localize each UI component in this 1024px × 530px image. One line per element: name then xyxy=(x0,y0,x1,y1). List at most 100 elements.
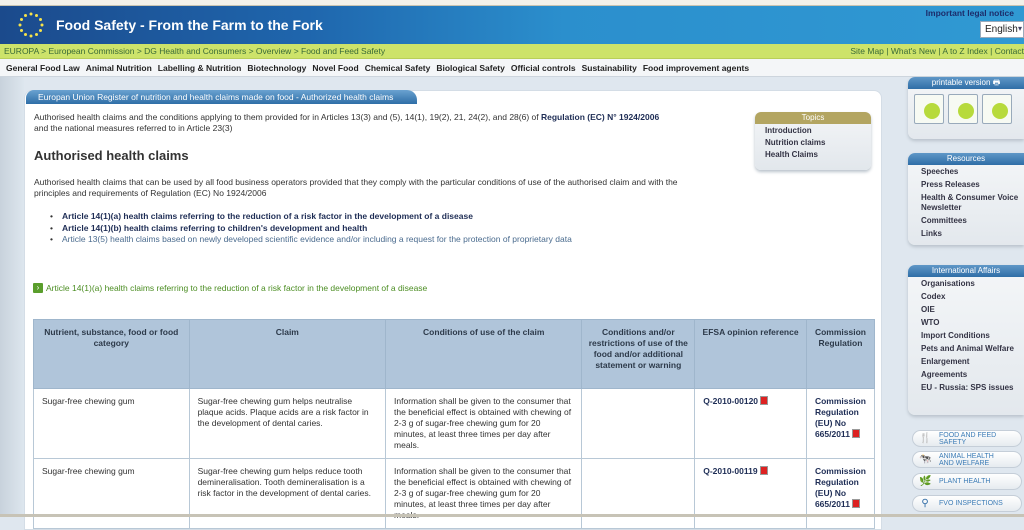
efsa-link[interactable]: Q-2010-00119 xyxy=(703,466,757,476)
col-restrictions: Conditions and/or restrictions of use of… xyxy=(581,319,696,389)
food-feed-safety-button[interactable]: 🍴 FOOD AND FEED SAFETY xyxy=(912,430,1022,447)
efsa-link[interactable]: Q-2010-00120 xyxy=(703,396,758,406)
food-icon: 🍴 xyxy=(919,432,932,444)
language-select[interactable]: English ▾ xyxy=(980,21,1024,38)
nav-biological-safety[interactable]: Biological Safety xyxy=(436,59,505,77)
intro-text: Authorised health claims and the conditi… xyxy=(34,112,660,133)
resources-box: Resources Speeches Press Releases Health… xyxy=(908,153,1024,245)
site-map-link[interactable]: Site Map xyxy=(850,46,884,56)
table-header-row: Nutrient, substance, food or food catego… xyxy=(33,319,876,389)
cell-regulation: Commission Regulation (EU) No 665/2011 xyxy=(805,388,876,459)
resource-press-releases[interactable]: Press Releases xyxy=(908,178,1024,191)
regulation-link[interactable]: Regulation (EC) N° 1924/2006 xyxy=(541,112,659,122)
printable-version-button[interactable]: printable version 🖶 xyxy=(908,77,1024,89)
intl-wto[interactable]: WTO xyxy=(908,316,1024,329)
plant-icon: 🌿 xyxy=(919,475,932,487)
link-article-14-1-a[interactable]: Article 14(1)(a) health claims referring… xyxy=(62,211,473,221)
content-tab-title: Europan Union Register of nutrition and … xyxy=(26,90,418,104)
nav-biotechnology[interactable]: Biotechnology xyxy=(247,59,306,77)
thumbnails xyxy=(908,89,1024,129)
nav-chemical-safety[interactable]: Chemical Safety xyxy=(365,59,431,77)
breadcrumb-europa[interactable]: EUROPA xyxy=(4,46,39,56)
col-nutrient: Nutrient, substance, food or food catego… xyxy=(33,319,190,389)
breadcrumb-commission[interactable]: European Commission xyxy=(48,46,134,56)
breadcrumb-food-feed[interactable]: Food and Feed Safety xyxy=(301,46,385,56)
intl-pets-animal-welfare[interactable]: Pets and Animal Welfare xyxy=(908,342,1024,355)
a-to-z-link[interactable]: A to Z Index xyxy=(942,46,987,56)
whats-new-link[interactable]: What's New xyxy=(891,46,936,56)
list-item: Article 13(5) health claims based on new… xyxy=(50,234,572,246)
topic-health-claims[interactable]: Health Claims xyxy=(755,148,871,160)
language-value: English xyxy=(985,24,1018,35)
animal-icon: 🐄 xyxy=(919,453,932,465)
breadcrumb-bar: EUROPA > European Commission > DG Health… xyxy=(0,44,1024,59)
eu-stars-logo xyxy=(18,12,44,38)
nav-novel-food[interactable]: Novel Food xyxy=(312,59,358,77)
pdf-icon[interactable] xyxy=(759,466,768,475)
printable-box: printable version 🖶 xyxy=(908,77,1024,139)
list-item: Article 14(1)(b) health claims referring… xyxy=(50,223,572,235)
list-item: Article 14(1)(a) health claims referring… xyxy=(50,211,572,223)
top-links: Site Map | What's New | A to Z Index | C… xyxy=(850,46,1024,56)
col-conditions: Conditions of use of the claim xyxy=(385,319,583,389)
site-banner: Food Safety - From the Farm to the Fork … xyxy=(0,6,1024,44)
animal-health-button[interactable]: 🐄 ANIMAL HEALTH AND WELFARE xyxy=(912,451,1022,468)
cell-efsa: Q-2010-00120 xyxy=(694,388,807,459)
section-heading: › Article 14(1)(a) health claims referri… xyxy=(33,283,427,293)
intl-codex[interactable]: Codex xyxy=(908,290,1024,303)
main-nav: General Food Law Animal Nutrition Labellin… xyxy=(0,59,1024,77)
cell-claim: Sugar-free chewing gum helps reduce toot… xyxy=(188,458,387,529)
breadcrumb-dg[interactable]: DG Health and Consumers xyxy=(144,46,246,56)
nav-food-improvement[interactable]: Food improvement agents xyxy=(643,59,749,77)
claims-links: Article 14(1)(a) health claims referring… xyxy=(50,211,572,246)
breadcrumb-overview[interactable]: Overview xyxy=(256,46,291,56)
intl-oie[interactable]: OIE xyxy=(908,303,1024,316)
topic-nutrition-claims[interactable]: Nutrition claims xyxy=(755,136,871,148)
legal-notice-link[interactable]: Important legal notice xyxy=(926,8,1014,18)
col-claim: Claim xyxy=(188,319,387,389)
inspection-icon: ⚲ xyxy=(921,497,929,509)
pdf-icon[interactable] xyxy=(851,429,860,438)
fvo-inspections-button[interactable]: ⚲ FVO INSPECTIONS xyxy=(912,495,1022,512)
cell-nutrient: Sugar-free chewing gum xyxy=(33,458,190,529)
contact-link[interactable]: Contact xyxy=(995,46,1024,56)
topics-box: Topics Introduction Nutrition claims Hea… xyxy=(755,112,871,170)
resource-newsletter[interactable]: Health & Consumer Voice Newsletter xyxy=(908,191,1024,214)
intl-enlargement[interactable]: Enlargement xyxy=(908,355,1024,368)
thumbnail-image[interactable] xyxy=(982,94,1012,124)
table-row: Sugar-free chewing gum Sugar-free chewin… xyxy=(33,388,876,459)
nav-animal-nutrition[interactable]: Animal Nutrition xyxy=(86,59,152,77)
table-row: Sugar-free chewing gum Sugar-free chewin… xyxy=(33,458,876,529)
breadcrumb: EUROPA > European Commission > DG Health… xyxy=(4,46,386,56)
pdf-icon[interactable] xyxy=(760,396,769,405)
thumbnail-image[interactable] xyxy=(948,94,978,124)
link-article-14-1-b[interactable]: Article 14(1)(b) health claims referring… xyxy=(62,223,367,233)
cell-conditions: Information shall be given to the consum… xyxy=(385,458,583,529)
resource-links[interactable]: Links xyxy=(908,227,1024,240)
plant-health-button[interactable]: 🌿 PLANT HEALTH xyxy=(912,473,1022,490)
intl-import-conditions[interactable]: Import Conditions xyxy=(908,329,1024,342)
topic-introduction[interactable]: Introduction xyxy=(755,124,871,136)
resource-committees[interactable]: Committees xyxy=(908,214,1024,227)
nav-labelling[interactable]: Labelling & Nutrition xyxy=(158,59,242,77)
nav-general-food-law[interactable]: General Food Law xyxy=(6,59,80,77)
nav-sustainability[interactable]: Sustainability xyxy=(582,59,637,77)
cell-restrictions xyxy=(581,458,696,529)
topics-title: Topics xyxy=(755,112,871,124)
intl-eu-russia[interactable]: EU - Russia: SPS issues xyxy=(908,381,1024,394)
cell-regulation: Commission Regulation (EU) No 665/2011 xyxy=(805,458,876,529)
pdf-icon[interactable] xyxy=(851,499,860,508)
site-title: Food Safety - From the Farm to the Fork xyxy=(56,17,323,33)
description: Authorised health claims that can be use… xyxy=(34,177,678,198)
link-article-13-5[interactable]: Article 13(5) health claims based on new… xyxy=(62,234,572,244)
col-regulation: Commission Regulation xyxy=(805,319,876,389)
intl-organisations[interactable]: Organisations xyxy=(908,277,1024,290)
chevron-down-icon: ▾ xyxy=(1017,24,1022,33)
page-background xyxy=(0,77,24,517)
international-title: International Affairs xyxy=(908,265,1024,277)
page-title: Authorised health claims xyxy=(34,148,189,163)
resource-speeches[interactable]: Speeches xyxy=(908,165,1024,178)
intl-agreements[interactable]: Agreements xyxy=(908,368,1024,381)
nav-official-controls[interactable]: Official controls xyxy=(511,59,576,77)
thumbnail-image[interactable] xyxy=(914,94,944,124)
